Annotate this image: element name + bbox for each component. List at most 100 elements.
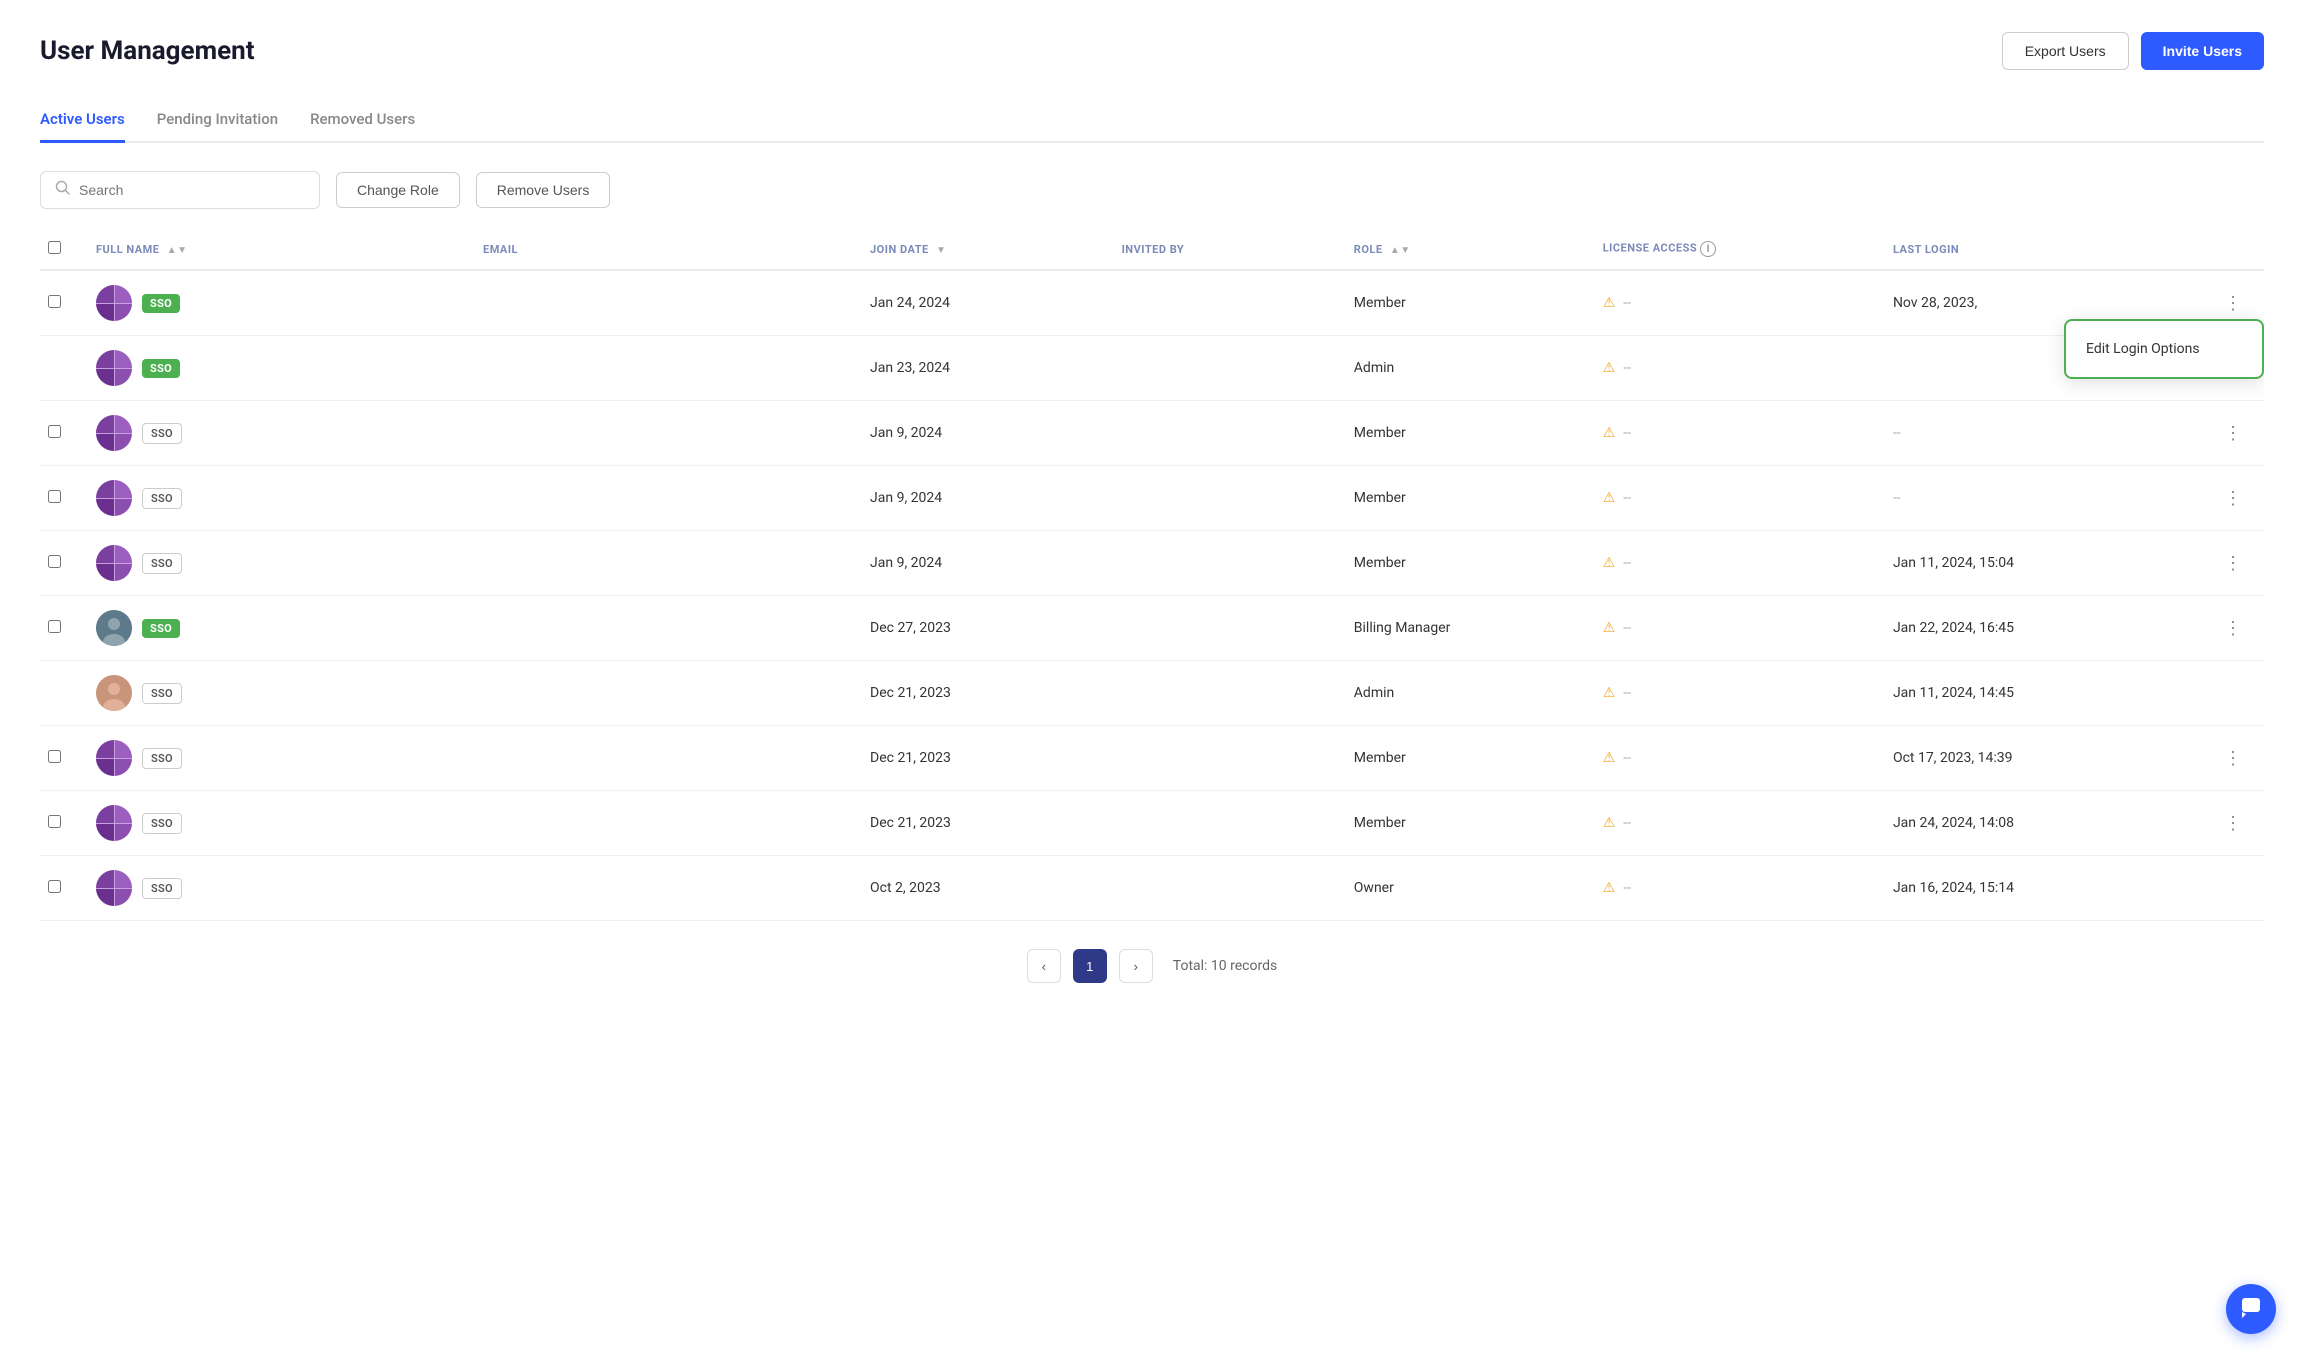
row-checkbox[interactable] xyxy=(48,555,61,568)
select-all-checkbox[interactable] xyxy=(48,241,61,254)
invite-users-button[interactable]: Invite Users xyxy=(2141,32,2264,70)
row-email-cell xyxy=(467,270,854,336)
dropdown-popup: Edit Login Options xyxy=(2064,319,2264,379)
row-role-cell: Billing Manager xyxy=(1338,596,1587,661)
row-checkbox[interactable] xyxy=(48,620,61,633)
sso-badge-outline: SSO xyxy=(142,553,182,574)
tab-removed-users[interactable]: Removed Users xyxy=(310,98,415,143)
row-checkbox[interactable] xyxy=(48,295,61,308)
tab-active-users[interactable]: Active Users xyxy=(40,98,125,143)
table-row: SSO Jan 9, 2024 Member ⚠ -- xyxy=(40,531,2264,596)
warning-icon: ⚠ xyxy=(1603,620,1616,636)
row-role-cell: Admin xyxy=(1338,336,1587,401)
row-checkbox[interactable] xyxy=(48,750,61,763)
fullname-sort-icon: ▲▼ xyxy=(167,245,188,256)
more-options-button[interactable]: ⋮ xyxy=(2218,617,2248,639)
row-fullname-cell: SSO xyxy=(80,791,467,856)
row-email-cell xyxy=(467,531,854,596)
header-invitedby: INVITED BY xyxy=(1106,229,1338,270)
chat-fab-button[interactable] xyxy=(2226,1284,2276,1334)
avatar xyxy=(96,675,132,711)
license-info-icon[interactable]: i xyxy=(1700,241,1716,257)
row-fullname-cell: SSO xyxy=(80,531,467,596)
edit-login-options-item[interactable]: Edit Login Options xyxy=(2066,329,2262,369)
row-lastlogin-cell: Jan 11, 2024, 15:04 ⋮ xyxy=(1877,531,2264,596)
avatar xyxy=(96,350,132,386)
row-invitedby-cell xyxy=(1106,466,1338,531)
row-checkbox-cell xyxy=(40,661,80,726)
search-input[interactable] xyxy=(79,182,305,198)
row-role-cell: Member xyxy=(1338,726,1587,791)
row-joindate-cell: Jan 9, 2024 xyxy=(854,531,1106,596)
more-options-button[interactable]: ⋮ xyxy=(2218,812,2248,834)
row-invitedby-cell xyxy=(1106,270,1338,336)
warning-icon: ⚠ xyxy=(1603,490,1616,506)
header-joindate[interactable]: JOIN DATE ▼ xyxy=(854,229,1106,270)
header-actions: Export Users Invite Users xyxy=(2002,32,2264,70)
change-role-button[interactable]: Change Role xyxy=(336,172,460,208)
warning-icon: ⚠ xyxy=(1603,815,1616,831)
export-users-button[interactable]: Export Users xyxy=(2002,32,2129,70)
avatar xyxy=(96,415,132,451)
row-email-cell xyxy=(467,596,854,661)
table-body: SSO Jan 24, 2024 Member ⚠ -- xyxy=(40,270,2264,921)
tab-pending-invitation[interactable]: Pending Invitation xyxy=(157,98,278,143)
row-lastlogin-cell: -- ⋮ xyxy=(1877,466,2264,531)
row-lastlogin-cell: Nov 28, 2023, ⋮ Edit Login Options xyxy=(1877,270,2264,336)
row-checkbox-cell xyxy=(40,726,80,791)
avatar xyxy=(96,740,132,776)
row-license-cell: ⚠ -- xyxy=(1587,661,1877,726)
more-options-button[interactable]: ⋮ xyxy=(2218,552,2248,574)
row-checkbox[interactable] xyxy=(48,425,61,438)
header-license: LICENSE ACCESS i xyxy=(1587,229,1877,270)
row-checkbox[interactable] xyxy=(48,815,61,828)
sso-badge-outline: SSO xyxy=(142,878,182,899)
header-checkbox-cell xyxy=(40,229,80,270)
avatar-grid xyxy=(96,350,132,386)
row-invitedby-cell xyxy=(1106,336,1338,401)
table-row: SSO Jan 24, 2024 Member ⚠ -- xyxy=(40,270,2264,336)
row-joindate-cell: Dec 21, 2023 xyxy=(854,791,1106,856)
row-joindate-cell: Jan 23, 2024 xyxy=(854,336,1106,401)
row-fullname-cell: SSO xyxy=(80,661,467,726)
row-checkbox[interactable] xyxy=(48,880,61,893)
search-box xyxy=(40,171,320,209)
remove-users-button[interactable]: Remove Users xyxy=(476,172,611,208)
next-page-button[interactable]: › xyxy=(1119,949,1153,983)
avatar-grid xyxy=(96,480,132,516)
row-role-cell: Owner xyxy=(1338,856,1587,921)
row-license-cell: ⚠ -- xyxy=(1587,726,1877,791)
row-checkbox-cell xyxy=(40,596,80,661)
header-role[interactable]: ROLE ▲▼ xyxy=(1338,229,1587,270)
row-checkbox[interactable] xyxy=(48,490,61,503)
page-title: User Management xyxy=(40,36,255,66)
sso-badge: SSO xyxy=(142,359,180,378)
pagination: ‹ 1 › Total: 10 records xyxy=(40,949,2264,983)
table-row: SSO Dec 27, 2023 Billing Manager ⚠ -- xyxy=(40,596,2264,661)
row-joindate-cell: Jan 24, 2024 xyxy=(854,270,1106,336)
row-invitedby-cell xyxy=(1106,596,1338,661)
row-email-cell xyxy=(467,466,854,531)
avatar xyxy=(96,610,132,646)
more-options-button[interactable]: ⋮ xyxy=(2218,292,2248,314)
more-options-button[interactable]: ⋮ xyxy=(2218,487,2248,509)
header-fullname[interactable]: FULL NAME ▲▼ xyxy=(80,229,467,270)
warning-icon: ⚠ xyxy=(1603,360,1616,376)
row-lastlogin-cell: -- ⋮ xyxy=(1877,401,2264,466)
row-license-cell: ⚠ -- xyxy=(1587,596,1877,661)
row-lastlogin-cell: Jan 24, 2024, 14:08 ⋮ xyxy=(1877,791,2264,856)
warning-icon: ⚠ xyxy=(1603,750,1616,766)
avatar-grid xyxy=(96,740,132,776)
avatar xyxy=(96,805,132,841)
row-license-cell: ⚠ -- xyxy=(1587,466,1877,531)
page-1-button[interactable]: 1 xyxy=(1073,949,1107,983)
row-checkbox-cell xyxy=(40,336,80,401)
avatar-grid xyxy=(96,415,132,451)
table-row: SSO Oct 2, 2023 Owner ⚠ -- Jan 16, xyxy=(40,856,2264,921)
row-checkbox-cell xyxy=(40,856,80,921)
more-options-button[interactable]: ⋮ xyxy=(2218,422,2248,444)
row-email-cell xyxy=(467,791,854,856)
more-options-button[interactable]: ⋮ xyxy=(2218,747,2248,769)
prev-page-button[interactable]: ‹ xyxy=(1027,949,1061,983)
avatar xyxy=(96,285,132,321)
